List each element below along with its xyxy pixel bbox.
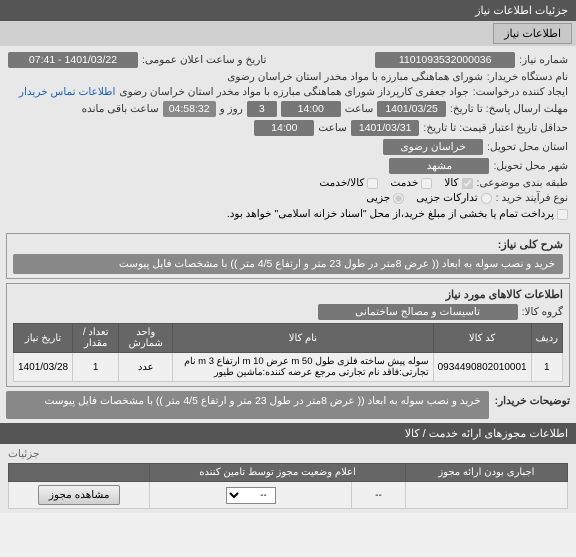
col-qty: تعداد / مقدار (73, 324, 119, 353)
desc-text: خرید و نصب سوله به ابعاد (( عرض 8متر در … (13, 254, 563, 274)
chk-both (367, 178, 378, 189)
tab-bar: اطلاعات نیاز (0, 21, 576, 46)
buyer-note-text: خرید و نصب سوله به ابعاد (( عرض 8متر در … (6, 391, 489, 419)
buyer-value: شورای هماهنگی مبارزه با مواد مخدر استان … (227, 71, 483, 83)
permits-header: اطلاعات مجوزهای ارائه خدمت / کالا (0, 423, 576, 444)
chk-treasury (557, 209, 568, 220)
permit-select[interactable]: -- (226, 487, 276, 504)
min-valid-time: 14:00 (254, 120, 314, 136)
desc-fieldset: شرح کلی نیاز: خرید و نصب سوله به ابعاد (… (6, 233, 570, 279)
chk-kala-label: کالا (444, 177, 458, 189)
cell-unit: عدد (119, 353, 173, 382)
cell-row: 1 (531, 353, 562, 382)
buyer-label: نام دستگاه خریدار: (487, 71, 568, 83)
days-label: روز و (220, 103, 243, 115)
group-value: تاسیسات و مصالح ساختمانی (318, 304, 518, 320)
table-row: 1 0934490802010001 سوله پیش ساخته فلزی ط… (14, 353, 563, 382)
desc-title: شرح کلی نیاز: (13, 238, 563, 251)
days-value: 3 (247, 101, 277, 117)
min-valid-label: حداقل تاریخ اعتبار قیمت: تا تاریخ: (423, 122, 568, 134)
need-no-label: شماره نیاز: (519, 54, 568, 66)
deadline-time: 14:00 (281, 101, 341, 117)
countdown: 04:58:32 (163, 101, 216, 117)
cell-name: سوله پیش ساخته فلزی طول m 50 عرض m 10 ار… (173, 353, 433, 382)
col-name: نام کالا (173, 324, 433, 353)
col-code: کد کالا (433, 324, 531, 353)
permit-select-cell: -- (150, 482, 352, 509)
page-title: جزئیات اطلاعات نیاز (475, 5, 568, 17)
chk-service-label: خدمت (390, 177, 418, 189)
creator-label: ایجاد کننده درخواست: (473, 86, 568, 98)
col-empty (9, 464, 150, 482)
min-valid-date: 1401/03/31 (351, 120, 420, 136)
buyer-note-label: توضیحات خریدار: (495, 391, 570, 407)
creator-value: جواد جعفری کارپرداز شورای هماهنگی مبارزه… (119, 86, 468, 98)
radio-proc2-label: جزیی (366, 192, 390, 204)
need-no-value: 1101093532000036 (375, 52, 515, 68)
col-unit: واحد شمارش (119, 324, 173, 353)
permit-dash: -- (352, 482, 406, 509)
topic-label: طبقه بندی موضوعی: (477, 177, 568, 189)
city-label: شهر محل تحویل: (493, 160, 568, 172)
group-label: گروه کالا: (522, 306, 563, 318)
view-permit-button[interactable]: مشاهده مجوز (38, 485, 121, 505)
time-label-2: ساعت (318, 122, 347, 134)
cell-qty: 1 (73, 353, 119, 382)
permits-title: اطلاعات مجوزهای ارائه خدمت / کالا (405, 428, 568, 440)
items-table: ردیف کد کالا نام کالا واحد شمارش تعداد /… (13, 323, 563, 382)
radio-proc1 (481, 193, 492, 204)
chk-both-label: کالا/خدمت (319, 177, 364, 189)
permits-area: جزئیات اجباری بودن ارائه مجوز اعلام وضعی… (0, 444, 576, 513)
permit-row: -- -- مشاهده مجوز (9, 482, 568, 509)
announce-label: تاریخ و ساعت اعلان عمومی: (142, 54, 266, 66)
radio-proc2 (393, 193, 404, 204)
chk-kala (462, 178, 473, 189)
radio-proc1-label: تدارکات جزیی (416, 192, 477, 204)
col-row: ردیف (531, 324, 562, 353)
process-label: نوع فرآیند خرید : (496, 192, 568, 204)
time-label-1: ساعت (345, 103, 374, 115)
form-area: شماره نیاز: 1101093532000036 تاریخ و ساع… (0, 46, 576, 229)
cell-date: 1401/03/28 (14, 353, 73, 382)
col-status: اعلام وضعیت مجوز توسط تامین کننده (150, 464, 405, 482)
chk-service (421, 178, 432, 189)
remain-label: ساعت باقی مانده (82, 103, 159, 115)
permits-details[interactable]: جزئیات (8, 448, 39, 460)
process-note: پرداخت تمام یا بخشی از مبلغ خرید،از محل … (227, 208, 554, 220)
buyer-note-row: توضیحات خریدار: خرید و نصب سوله به ابعاد… (6, 391, 570, 419)
permit-btn-cell: مشاهده مجوز (9, 482, 150, 509)
permits-table: اجباری بودن ارائه مجوز اعلام وضعیت مجوز … (8, 463, 568, 509)
deadline-label: مهلت ارسال پاسخ: تا تاریخ: (450, 103, 568, 115)
permit-required-cell (405, 482, 567, 509)
items-title: اطلاعات کالاهای مورد نیاز (13, 288, 563, 301)
announce-value: 1401/03/22 - 07:41 (8, 52, 138, 68)
table-header-row: ردیف کد کالا نام کالا واحد شمارش تعداد /… (14, 324, 563, 353)
col-date: تاریخ نیاز (14, 324, 73, 353)
contact-link[interactable]: اطلاعات تماس خریدار (19, 86, 115, 98)
cell-code: 0934490802010001 (433, 353, 531, 382)
items-fieldset: اطلاعات کالاهای مورد نیاز گروه کالا: تاس… (6, 283, 570, 387)
city-value: مشهد (389, 158, 489, 174)
deadline-date: 1401/03/25 (377, 101, 446, 117)
page-header: جزئیات اطلاعات نیاز (0, 0, 576, 21)
col-required: اجباری بودن ارائه مجوز (405, 464, 567, 482)
tab-info[interactable]: اطلاعات نیاز (493, 23, 572, 44)
province-value: خراسان رضوی (383, 139, 483, 155)
province-label: استان محل تحویل: (487, 141, 568, 153)
